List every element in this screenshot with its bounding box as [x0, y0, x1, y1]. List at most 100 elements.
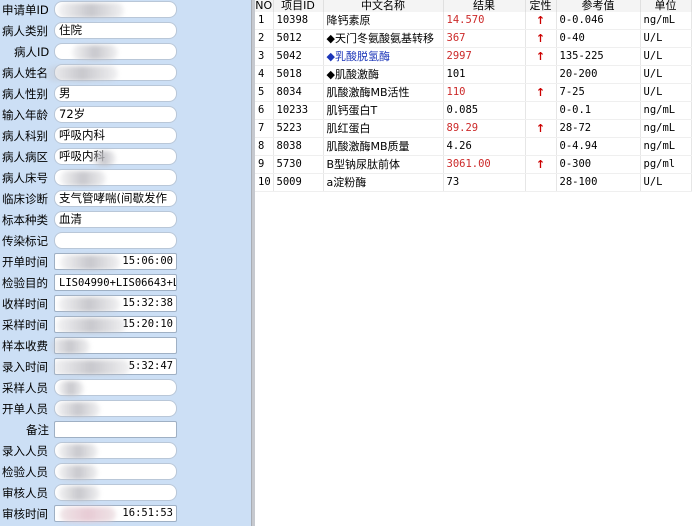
department-input[interactable]: 呼吸内科	[54, 127, 177, 144]
field-age: 输入年龄 72岁	[0, 105, 251, 126]
cell-item-id: 8038	[273, 137, 324, 156]
cell-result: 367	[443, 29, 526, 48]
field-label: 收样时间	[2, 297, 48, 311]
col-header-name[interactable]: 中文名称	[323, 0, 444, 12]
cell-no: 5	[255, 83, 274, 102]
table-row[interactable]: 2 5012 ◆天门冬氨酸氨基转移 367 ↑ 0-40 U/L	[255, 29, 692, 48]
table-row[interactable]: 1 10398 降钙素原 14.570 ↑ 0-0.046 ng/mL	[255, 12, 692, 30]
field-label: 样本收费	[2, 339, 48, 353]
cell-no: 1	[255, 12, 274, 30]
field-sampler: 采样人员	[0, 378, 251, 399]
diagnosis-input[interactable]: 支气管哮喘(间歇发作	[54, 190, 177, 207]
field-ward: 病人病区 呼吸内科	[0, 147, 251, 168]
table-row[interactable]: 3 5042 ◆乳酸脱氢酶 2997 ↑ 135-225 U/L	[255, 47, 692, 66]
field-tester: 检验人员	[0, 462, 251, 483]
field-label: 开单人员	[2, 402, 48, 416]
cell-result: 73	[443, 173, 526, 192]
field-label: 临床诊断	[2, 192, 48, 206]
col-header-unit[interactable]: 单位	[640, 0, 692, 12]
cell-flag: ↑	[525, 47, 557, 66]
cell-name: ◆乳酸脱氢酶	[323, 47, 444, 66]
field-label: 审核时间	[2, 507, 48, 521]
col-header-reference[interactable]: 参考值	[556, 0, 641, 12]
cell-flag	[525, 137, 557, 156]
cell-no: 8	[255, 137, 274, 156]
field-label: 病人床号	[2, 171, 48, 185]
field-specimen-type: 标本种类 血清	[0, 210, 251, 231]
cell-result: 2997	[443, 47, 526, 66]
cell-flag: ↑	[525, 119, 557, 138]
cell-result: 89.29	[443, 119, 526, 138]
field-entry-time: 录入时间 5:32:47	[0, 357, 251, 378]
table-row[interactable]: 7 5223 肌红蛋白 89.29 ↑ 28-72 ng/mL	[255, 119, 692, 138]
cell-no: 10	[255, 173, 274, 192]
cell-item-id: 5018	[273, 65, 324, 84]
col-header-result[interactable]: 结果	[443, 0, 526, 12]
cell-unit: ng/mL	[640, 12, 692, 30]
cell-reference: 0-0.1	[556, 101, 641, 120]
table-row[interactable]: 9 5730 B型钠尿肽前体 3061.00 ↑ 0-300 pg/ml	[255, 155, 692, 174]
age-input[interactable]: 72岁	[54, 106, 177, 123]
field-infection-mark: 传染标记	[0, 231, 251, 252]
cell-item-id: 10233	[273, 101, 324, 120]
cell-name: a淀粉酶	[323, 173, 444, 192]
field-label: 检验人员	[2, 465, 48, 479]
field-patient-id: 病人ID	[0, 42, 251, 63]
field-label: 病人性别	[2, 87, 48, 101]
col-header-no[interactable]: NO	[255, 0, 274, 12]
cell-unit: U/L	[640, 83, 692, 102]
cell-item-id: 5042	[273, 47, 324, 66]
cell-flag: ↑	[525, 83, 557, 102]
cell-unit: U/L	[640, 47, 692, 66]
cell-reference: 28-100	[556, 173, 641, 192]
cell-no: 4	[255, 65, 274, 84]
field-label: 审核人员	[2, 486, 48, 500]
results-header-row: NO 项目ID 中文名称 结果 定性 参考值 单位	[255, 0, 692, 12]
cell-flag: ↑	[525, 29, 557, 48]
field-request-id: 申请单ID	[0, 0, 251, 21]
cell-item-id: 5012	[273, 29, 324, 48]
patient-type-input[interactable]: 住院	[54, 22, 177, 39]
field-review-time: 审核时间 16:51:53	[0, 504, 251, 525]
table-row[interactable]: 4 5018 ◆肌酸激酶 101 20-200 U/L	[255, 65, 692, 84]
cell-name: 肌红蛋白	[323, 119, 444, 138]
remark-input[interactable]	[54, 421, 177, 438]
cell-result: 101	[443, 65, 526, 84]
cell-name: ◆肌酸激酶	[323, 65, 444, 84]
field-remark: 备注	[0, 420, 251, 441]
cell-reference: 0-40	[556, 29, 641, 48]
col-header-item-id[interactable]: 项目ID	[273, 0, 324, 12]
cell-unit: U/L	[640, 65, 692, 84]
table-row[interactable]: 10 5009 a淀粉酶 73 28-100 U/L	[255, 173, 692, 192]
patient-sex-input[interactable]: 男	[54, 85, 177, 102]
cell-item-id: 5223	[273, 119, 324, 138]
cell-result: 3061.00	[443, 155, 526, 174]
infection-mark-input[interactable]	[54, 232, 177, 249]
cell-unit: ng/mL	[640, 119, 692, 138]
results-table: NO 项目ID 中文名称 结果 定性 参考值 单位 1 10398 降钙素原 14.5…	[255, 0, 692, 192]
test-purpose-input[interactable]: LIS04990+LIS06643+L	[54, 274, 177, 291]
field-entry-person: 录入人员	[0, 441, 251, 462]
results-grid: NO 项目ID 中文名称 结果 定性 参考值 单位 1 10398 降钙素原 14.5…	[255, 0, 692, 526]
field-label: 病人类别	[2, 24, 48, 38]
cell-no: 7	[255, 119, 274, 138]
field-sample-fee: 样本收费	[0, 336, 251, 357]
cell-flag: ↑	[525, 12, 557, 30]
specimen-type-input[interactable]: 血清	[54, 211, 177, 228]
field-receive-time: 收样时间 15:32:38	[0, 294, 251, 315]
table-row[interactable]: 5 8034 肌酸激酶MB活性 110 ↑ 7-25 U/L	[255, 83, 692, 102]
cell-item-id: 5009	[273, 173, 324, 192]
field-label: 开单时间	[2, 255, 48, 269]
field-order-time: 开单时间 15:06:00	[0, 252, 251, 273]
cell-result: 4.26	[443, 137, 526, 156]
col-header-flag[interactable]: 定性	[525, 0, 557, 12]
cell-result: 110	[443, 83, 526, 102]
field-reviewer: 审核人员	[0, 483, 251, 504]
field-label: 病人科别	[2, 129, 48, 143]
cell-reference: 28-72	[556, 119, 641, 138]
table-row[interactable]: 6 10233 肌钙蛋白T 0.085 0-0.1 ng/mL	[255, 101, 692, 120]
cell-result: 0.085	[443, 101, 526, 120]
cell-item-id: 5730	[273, 155, 324, 174]
table-row[interactable]: 8 8038 肌酸激酶MB质量 4.26 0-4.94 ng/mL	[255, 137, 692, 156]
cell-name: 降钙素原	[323, 12, 444, 30]
